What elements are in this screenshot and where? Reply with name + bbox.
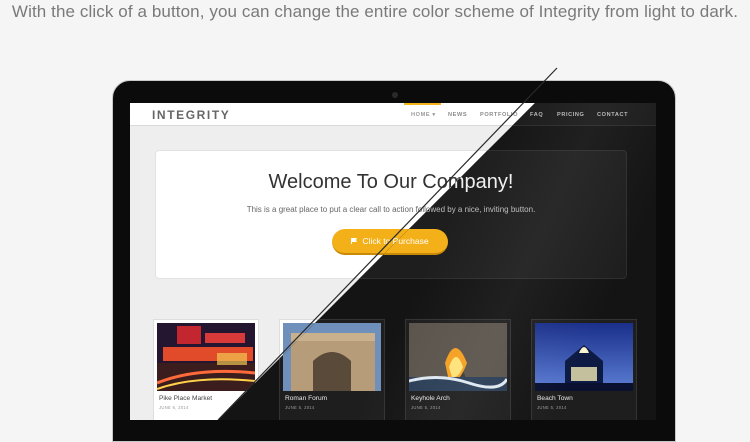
portfolio-card-dark[interactable]: Keyhole Arch JUNE 5, 2014 (406, 320, 510, 420)
portfolio-date: JUNE 6, 2014 (159, 405, 189, 410)
portfolio-title: Pike Place Market (159, 395, 213, 402)
portfolio-image-keyhole-arch (409, 323, 507, 391)
site-logo[interactable]: INTEGRITY (152, 108, 230, 122)
nav-pricing-dark[interactable]: PRICING (557, 112, 585, 118)
portfolio-title: Roman Forum (285, 395, 328, 402)
nav-portfolio[interactable]: PORTFOLIO (480, 112, 518, 118)
caption: With the click of a button, you can chan… (11, 2, 739, 21)
portfolio-date: JUNE 5, 2014 (411, 405, 441, 410)
portfolio-date: JUNE 5, 2014 (537, 405, 567, 410)
nav-home[interactable]: HOME ▾ (411, 112, 436, 118)
active-nav-indicator (404, 103, 441, 105)
nav-news[interactable]: NEWS (448, 112, 467, 118)
laptop-screen: INTEGRITY HOME ▾ NEWS PORTFOLIO FAQ PRIC… (130, 103, 656, 420)
flag-icon (351, 238, 358, 244)
portfolio-title: Beach Town (537, 395, 573, 402)
portfolio-card-dark[interactable]: Beach Town JUNE 5, 2014 (532, 320, 636, 420)
portfolio-image-beach-town (535, 323, 633, 391)
nav-contact-dark[interactable]: CONTACT (597, 112, 628, 118)
portfolio-image-pike-place (157, 323, 255, 391)
portfolio-title: Keyhole Arch (411, 395, 450, 402)
portfolio-date: JUNE 5, 2014 (285, 405, 315, 410)
webcam-icon (392, 92, 398, 98)
nav-faq-dark[interactable]: FAQ (530, 112, 543, 118)
